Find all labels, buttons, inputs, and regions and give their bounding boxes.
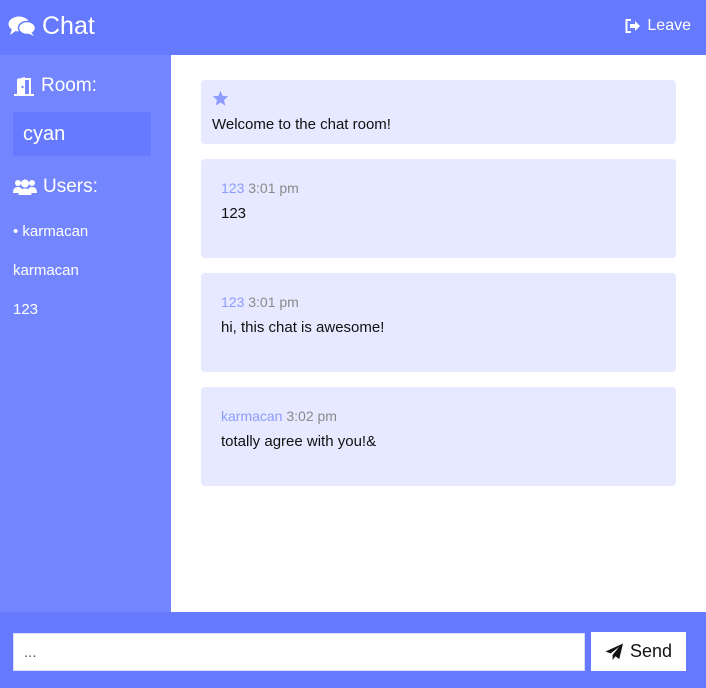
message-text: totally agree with you!&: [221, 433, 377, 450]
user-list: • karmacan karmacan 123: [13, 221, 88, 338]
app-header: Chat Leave: [0, 0, 706, 55]
chat-message: 123 3:01 pm 123: [201, 159, 676, 258]
message-meta: 123 3:01 pm: [221, 293, 299, 311]
room-name: cyan: [13, 112, 151, 156]
message-meta: 123 3:01 pm: [221, 179, 299, 197]
send-button[interactable]: Send: [591, 632, 686, 671]
sidebar: Room: cyan Users: • karmacan karmacan 12…: [0, 55, 171, 612]
message-text: 123: [221, 205, 247, 222]
message-time: 3:02 pm: [286, 408, 337, 424]
message-meta: karmacan 3:02 pm: [221, 407, 337, 425]
welcome-message: Welcome to the chat room!: [201, 80, 676, 144]
message-input[interactable]: [13, 633, 585, 671]
room-heading: Room:: [13, 74, 97, 98]
users-icon: [13, 178, 37, 196]
composer: Send: [0, 612, 706, 688]
message-author: 123: [221, 294, 245, 310]
welcome-text: Welcome to the chat room!: [212, 116, 391, 133]
message-author: karmacan: [221, 408, 283, 424]
comments-icon: [8, 15, 36, 37]
message-author: 123: [221, 180, 245, 196]
paper-plane-icon: [605, 642, 624, 661]
room-heading-label: Room:: [41, 75, 97, 96]
user-item: • karmacan: [13, 223, 89, 240]
message-text: hi, this chat is awesome!: [221, 319, 385, 336]
leave-label: Leave: [647, 17, 691, 34]
chat-message: 123 3:01 pm hi, this chat is awesome!: [201, 273, 676, 372]
door-icon: [13, 76, 35, 96]
chat-message: karmacan 3:02 pm totally agree with you!…: [201, 387, 676, 486]
user-item: 123: [13, 301, 39, 318]
app-title: Chat: [42, 12, 95, 40]
send-label: Send: [629, 641, 673, 661]
users-heading: Users:: [13, 175, 98, 199]
message-list: Welcome to the chat room! 123 3:01 pm 12…: [171, 55, 706, 612]
message-time: 3:01 pm: [248, 294, 299, 310]
sign-out-icon: [625, 19, 641, 33]
leave-button[interactable]: Leave: [625, 16, 691, 36]
brand: Chat: [8, 10, 95, 42]
user-item: karmacan: [13, 262, 79, 279]
message-time: 3:01 pm: [248, 180, 299, 196]
users-heading-label: Users:: [43, 176, 98, 197]
star-icon: [212, 90, 229, 106]
